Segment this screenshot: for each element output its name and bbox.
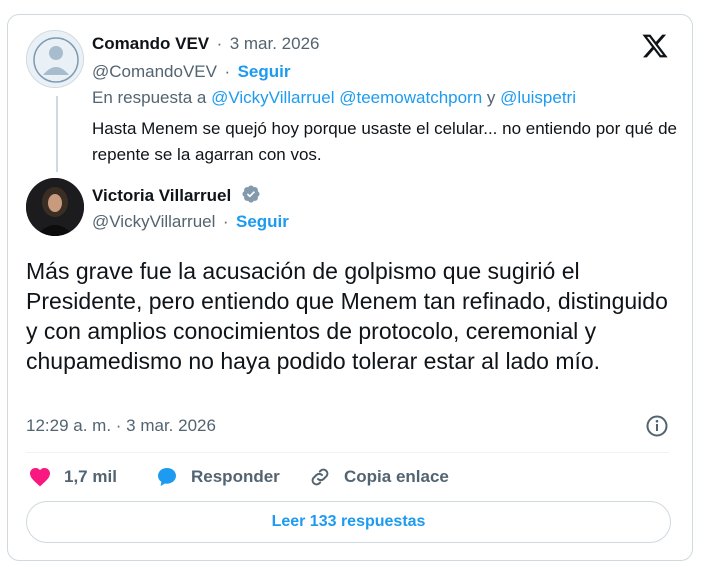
reply-separator: ·	[216, 34, 223, 53]
avatar-photo-icon	[26, 178, 84, 236]
info-icon[interactable]	[645, 414, 669, 438]
reply-label: Responder	[191, 467, 280, 486]
like-count: 1,7 mil	[64, 467, 117, 486]
replying-to-line: En respuesta a @VickyVillarruel @teemowa…	[92, 88, 576, 108]
main-tweet-timestamp[interactable]: 12:29 a. m. · 3 mar. 2026	[26, 416, 216, 436]
reply-handle[interactable]: @ComandoVEV	[92, 62, 217, 81]
link-icon	[311, 468, 329, 486]
copy-link-label: Copia enlace	[344, 467, 449, 486]
reply-author-name[interactable]: Comando VEV	[92, 34, 209, 53]
avatar-illustration-icon	[27, 31, 83, 87]
main-handle-row: @VickyVillarruel · Seguir	[92, 212, 289, 232]
reply-tweet-header: Comando VEV · 3 mar. 2026	[92, 34, 319, 54]
reply-follow-button[interactable]: Seguir	[238, 62, 291, 81]
main-tweet-text: Más grave fue la acusación de golpismo q…	[26, 258, 668, 374]
main-handle-separator: ·	[222, 212, 229, 231]
reply-bubble-icon	[158, 468, 176, 486]
comando-vev-avatar[interactable]	[26, 30, 84, 88]
like-action[interactable]: 1,7 mil	[28, 465, 117, 489]
verified-badge-icon	[242, 185, 260, 203]
x-logo-icon[interactable]	[640, 32, 670, 60]
reply-date[interactable]: 3 mar. 2026	[230, 34, 320, 53]
reply-handle-separator: ·	[224, 62, 231, 81]
replying-to-user-2[interactable]: @teemowatchporn	[339, 88, 482, 107]
replying-to-user-3[interactable]: @luispetri	[500, 88, 576, 107]
thread-connector-line	[56, 96, 58, 172]
main-follow-button[interactable]: Seguir	[236, 212, 289, 231]
main-author-name[interactable]: Victoria Villarruel	[92, 186, 231, 205]
reply-action[interactable]: Responder	[155, 465, 280, 489]
copy-link-action[interactable]: Copia enlace	[308, 465, 449, 489]
heart-icon	[30, 468, 50, 487]
replying-to-user-1[interactable]: @VickyVillarruel	[211, 88, 334, 107]
reply-handle-row: @ComandoVEV · Seguir	[92, 62, 290, 82]
replying-to-prefix: En respuesta a	[92, 88, 207, 107]
read-replies-button[interactable]: Leer 133 respuestas	[26, 501, 671, 543]
reply-tweet-text: Hasta Menem se quejó hoy porque usaste e…	[92, 119, 677, 164]
victoria-villarruel-avatar[interactable]	[26, 178, 84, 236]
main-tweet-header: Victoria Villarruel	[92, 184, 261, 206]
actions-divider	[26, 452, 669, 453]
replying-to-joiner: y	[486, 88, 496, 107]
main-handle[interactable]: @VickyVillarruel	[92, 212, 215, 231]
